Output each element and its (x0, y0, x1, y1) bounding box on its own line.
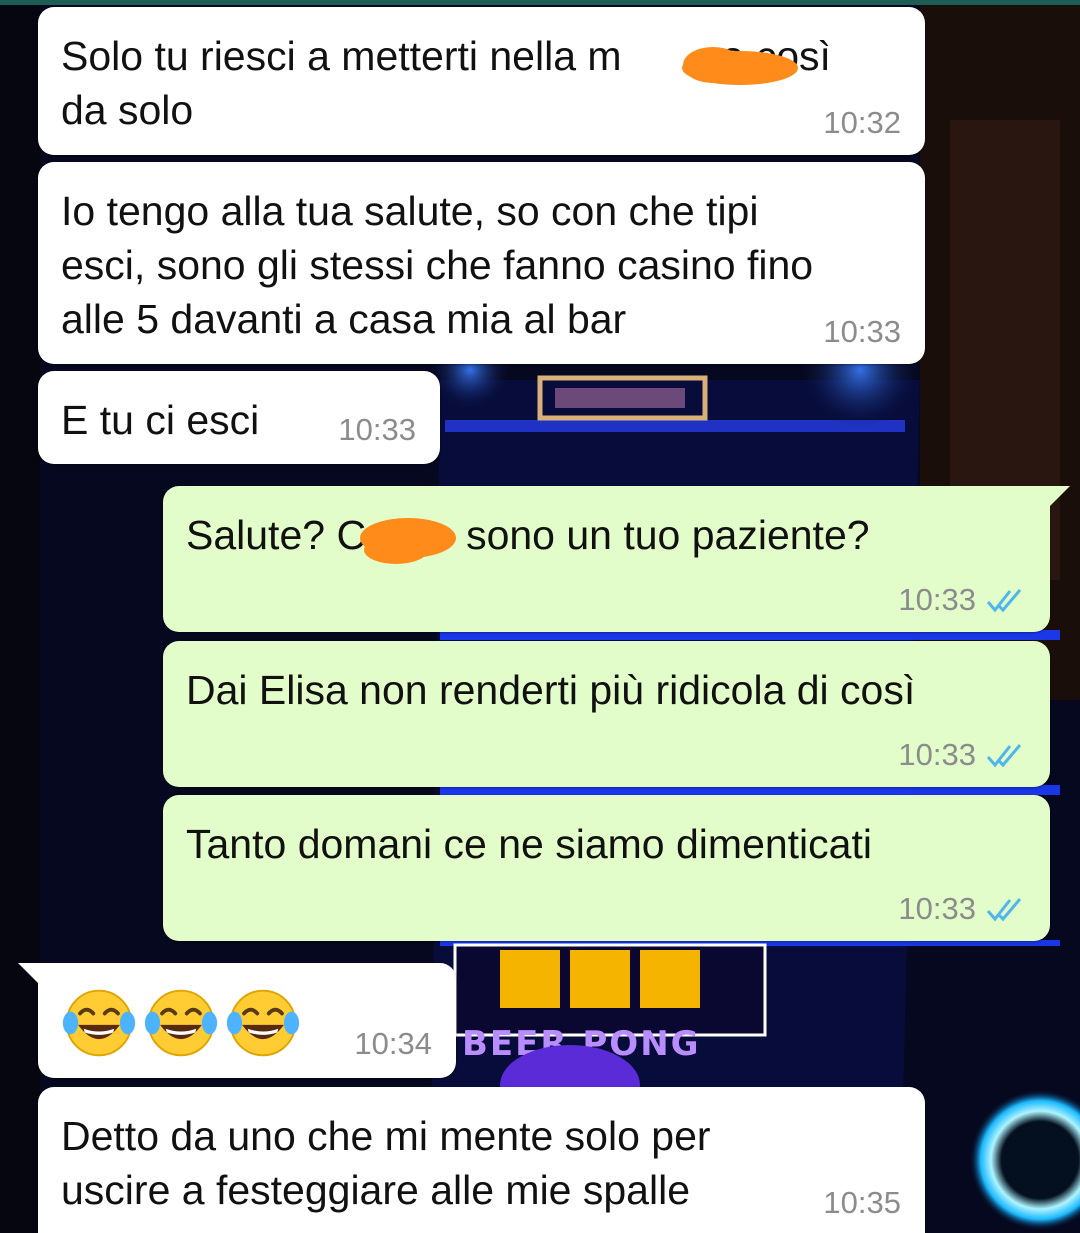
message-bubble-incoming[interactable]: E tu ci esci 10:33 (38, 371, 440, 464)
message-timestamp: 10:33 (898, 891, 1026, 927)
message-bubble-incoming[interactable]: Solo tu riesci a metterti nella ma così … (38, 7, 925, 155)
face-with-tears-of-joy-icon (144, 989, 218, 1057)
message-timestamp: 10:33 (338, 412, 416, 447)
face-with-tears-of-joy-icon (62, 989, 136, 1057)
double-check-read-icon (986, 589, 1022, 613)
message-bubble-outgoing[interactable]: Tanto domani ce ne siamo dimenticati 10:… (163, 795, 1050, 941)
status-bar-edge (0, 0, 1080, 5)
message-timestamp: 10:32 (823, 105, 901, 140)
redaction-scribble (682, 47, 798, 85)
double-check-read-icon (986, 744, 1022, 768)
redaction-scribble (360, 518, 456, 564)
message-text: Dai Elisa non renderti più ridicola di c… (186, 667, 916, 713)
message-timestamp: 10:33 (823, 314, 901, 349)
message-bubble-incoming[interactable]: Detto da uno che mi mente solo per uscir… (38, 1087, 925, 1233)
message-text: Io tengo alla tua salute, so con che tip… (61, 188, 814, 342)
message-timestamp: 10:33 (898, 737, 1026, 773)
message-bubble-incoming[interactable]: Io tengo alla tua salute, so con che tip… (38, 162, 925, 364)
message-bubble-outgoing[interactable]: Dai Elisa non renderti più ridicola di c… (163, 641, 1050, 787)
bubble-tail (1046, 486, 1070, 510)
message-bubble-incoming[interactable]: 10:34 (18, 963, 456, 1078)
double-check-read-icon (986, 898, 1022, 922)
bubble-tail (18, 963, 42, 987)
message-timestamp: 10:33 (898, 582, 1026, 618)
message-text: Salute? Csono un tuo paziente? (186, 512, 870, 558)
message-text: Detto da uno che mi mente solo per uscir… (61, 1113, 711, 1213)
message-bubble-outgoing[interactable]: Salute? Csono un tuo paziente? 10:33 (163, 486, 1070, 632)
message-timestamp: 10:35 (823, 1185, 901, 1220)
message-text: Tanto domani ce ne siamo dimenticati (186, 821, 872, 867)
message-timestamp: 10:34 (354, 1026, 432, 1061)
face-with-tears-of-joy-icon (226, 989, 300, 1057)
